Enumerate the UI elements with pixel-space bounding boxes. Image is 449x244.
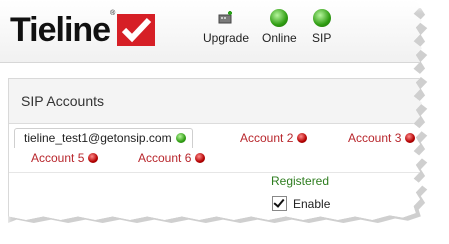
- online-status-button[interactable]: Online: [262, 9, 297, 45]
- red-status-icon: [297, 133, 308, 143]
- logo-checkmark-icon: [117, 14, 156, 46]
- tab-account-5[interactable]: Account 5: [31, 151, 99, 165]
- red-status-icon: [405, 133, 416, 143]
- tab-label: Account 6: [138, 151, 192, 165]
- tab-account-3[interactable]: Account 3: [348, 131, 416, 145]
- sip-status-icon: [312, 9, 331, 27]
- registered-mark: ®: [110, 10, 116, 17]
- logo-text: Tieline: [10, 10, 111, 49]
- panel-title: SIP Accounts: [21, 93, 105, 109]
- sip-status-button[interactable]: SIP: [312, 9, 331, 45]
- tab-label: tieline_test1@getonsip.com: [24, 131, 172, 145]
- online-label: Online: [262, 31, 297, 45]
- tab-divider: [9, 172, 423, 173]
- tab-account-6[interactable]: Account 6: [138, 151, 206, 165]
- header-bar: Tieline ® Upgrade Online SIP: [0, 0, 423, 63]
- tieline-logo: Tieline ®: [10, 8, 156, 52]
- tab-label: Account 2: [240, 131, 294, 145]
- app-window: Tieline ® Upgrade Online SIP SIP Account: [0, 0, 423, 220]
- tab-account-2[interactable]: Account 2: [240, 131, 308, 145]
- green-status-icon: [175, 133, 186, 143]
- enable-checkbox[interactable]: [272, 196, 287, 211]
- red-status-icon: [88, 153, 99, 163]
- enable-checkbox-row[interactable]: Enable: [272, 196, 330, 211]
- sip-label: SIP: [312, 31, 332, 45]
- red-status-icon: [195, 153, 206, 163]
- tab-label: Account 5: [31, 151, 85, 165]
- tab-label: Account 3: [348, 131, 402, 145]
- account-tabs: tieline_test1@getonsip.com Account 2 Acc…: [9, 123, 423, 220]
- enable-label: Enable: [293, 196, 331, 211]
- upgrade-label: Upgrade: [203, 31, 250, 45]
- upgrade-button[interactable]: Upgrade: [203, 9, 249, 45]
- online-status-icon: [270, 9, 289, 27]
- tab-account-1[interactable]: tieline_test1@getonsip.com: [14, 128, 193, 148]
- upgrade-icon: [218, 11, 233, 24]
- sip-accounts-panel: SIP Accounts tieline_test1@getonsip.com …: [8, 78, 423, 220]
- registration-status: Registered: [271, 174, 330, 188]
